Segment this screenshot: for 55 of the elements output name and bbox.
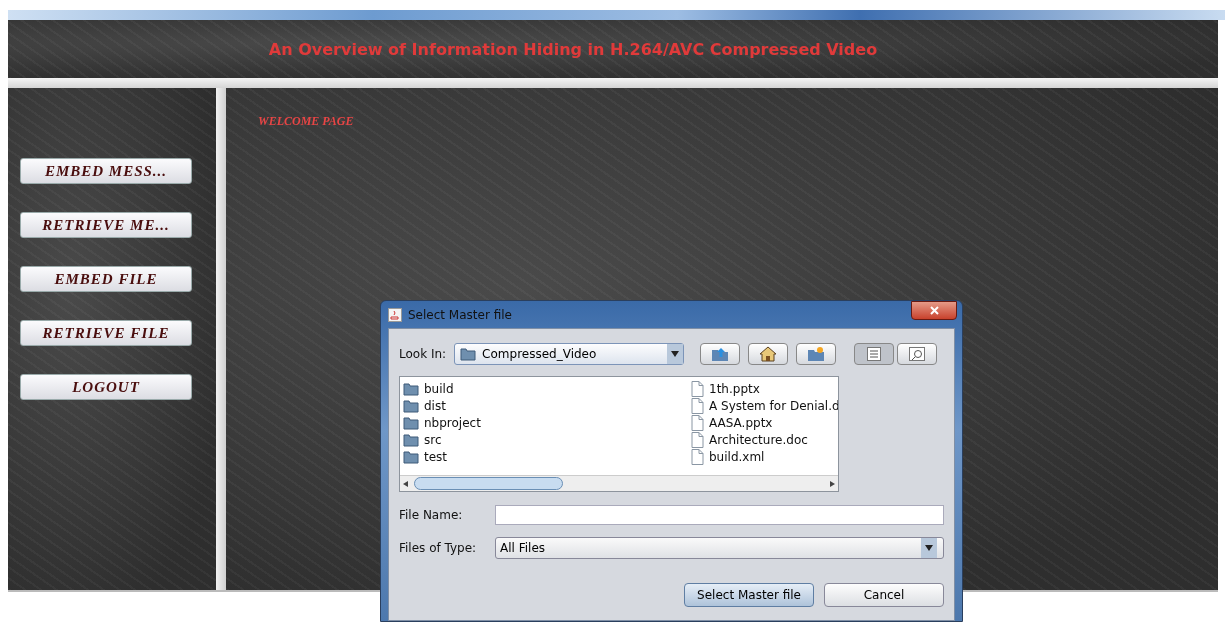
close-button[interactable] — [911, 301, 957, 320]
cancel-button[interactable]: Cancel — [824, 583, 944, 607]
app-title: An Overview of Information Hiding in H.264/AVC Compressed Video — [268, 39, 878, 59]
file-name-field[interactable] — [495, 505, 944, 525]
file-list-item[interactable]: A System for Denial.d — [709, 398, 838, 413]
folder-up-icon — [711, 346, 730, 362]
toolbar-button[interactable] — [700, 343, 741, 365]
file-type-dropdown[interactable]: All Files — [495, 537, 944, 559]
scroll-right-icon[interactable] — [828, 479, 836, 488]
file-list-item[interactable]: Architecture.doc — [709, 432, 808, 447]
sidebar-button[interactable]: RETRIEVE FILE — [20, 320, 192, 346]
look-in-dropdown[interactable]: Compressed_Video — [454, 343, 685, 365]
home-icon — [759, 346, 778, 362]
folder-icon — [403, 381, 419, 396]
document-icon — [691, 397, 704, 414]
close-icon — [929, 306, 939, 315]
document-icon — [691, 448, 704, 465]
horizontal-scrollbar[interactable] — [400, 475, 838, 491]
java-cup-icon — [388, 307, 402, 322]
toolbar-button[interactable] — [897, 343, 938, 365]
file-list-item[interactable]: test — [424, 449, 448, 464]
new-folder-icon — [807, 346, 826, 362]
look-in-label: Look In: — [399, 347, 447, 361]
file-list-item[interactable]: AASA.pptx — [709, 415, 773, 430]
document-icon — [691, 431, 704, 448]
file-name-label: File Name: — [399, 508, 464, 522]
file-list-item[interactable]: src — [424, 432, 442, 447]
document-icon — [691, 414, 704, 431]
folder-icon — [403, 415, 419, 430]
file-list-item[interactable]: nbproject — [424, 415, 481, 430]
toolbar-button[interactable] — [854, 343, 895, 365]
scrollbar-thumb[interactable] — [414, 477, 564, 490]
folder-icon — [460, 347, 477, 361]
sidebar-button[interactable]: LOGOUT — [20, 374, 192, 400]
dialog-title: Select Master file — [408, 307, 512, 322]
toolbar-button[interactable] — [796, 343, 837, 365]
document-icon — [691, 380, 704, 397]
file-type-label: Files of Type: — [399, 541, 478, 555]
scroll-left-icon[interactable] — [402, 479, 410, 488]
folder-icon — [403, 432, 419, 447]
sidebar-button[interactable]: EMBED FILE — [20, 266, 192, 292]
file-list-item[interactable]: build — [424, 381, 454, 396]
folder-icon — [403, 398, 419, 413]
details-view-icon — [909, 347, 926, 361]
file-list-item[interactable]: 1th.pptx — [709, 381, 760, 396]
sidebar-button[interactable]: RETRIEVE ME... — [20, 212, 192, 238]
folder-icon — [403, 449, 419, 464]
toolbar-button[interactable] — [748, 343, 789, 365]
dropdown-arrow-icon — [671, 351, 680, 357]
welcome-heading: WELCOME PAGE — [258, 114, 354, 128]
list-view-icon — [867, 347, 882, 361]
select-button[interactable]: Select Master file — [684, 583, 814, 607]
file-list-item[interactable]: dist — [424, 398, 446, 413]
file-list-item[interactable]: build.xml — [709, 449, 765, 464]
sidebar-button[interactable]: EMBED MESS... — [20, 158, 192, 184]
